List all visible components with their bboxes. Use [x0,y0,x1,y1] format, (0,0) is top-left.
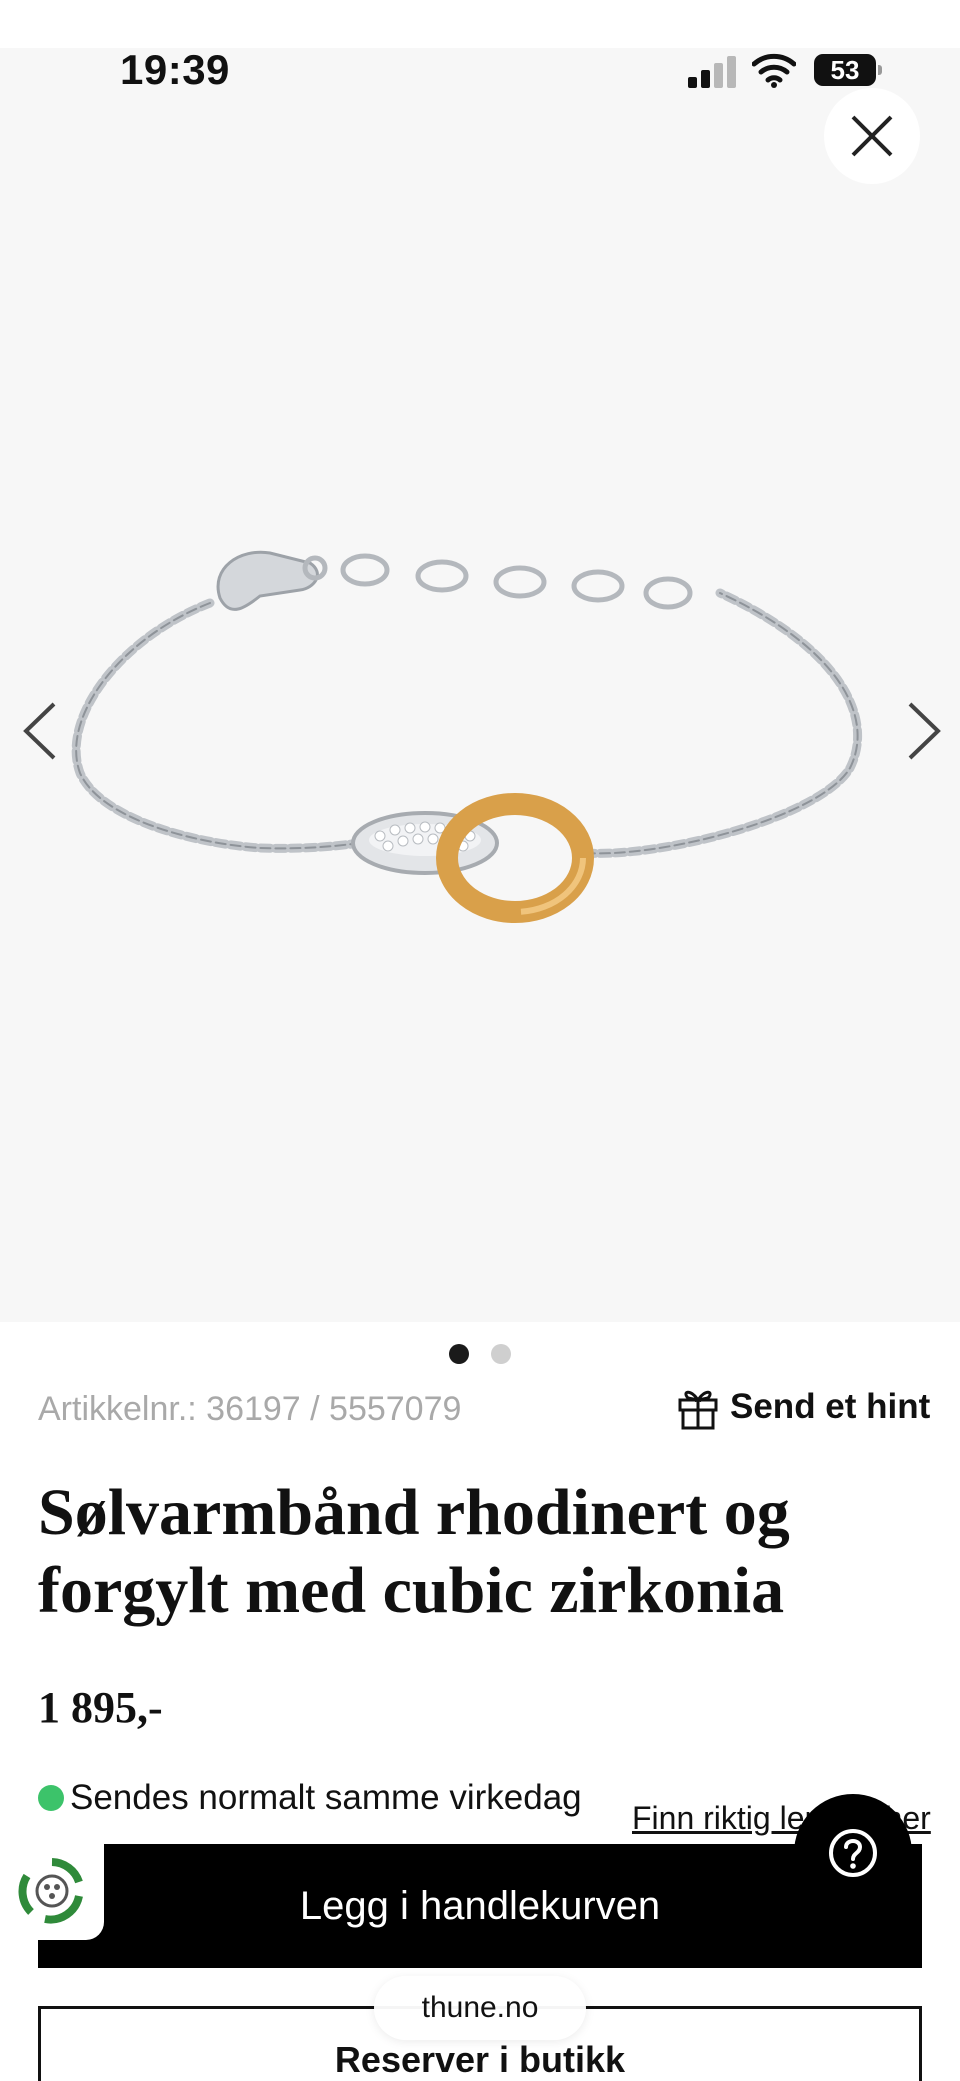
product-title: Sølvarmbånd rhodinert og forgylt med cub… [38,1476,790,1627]
status-time: 19:39 [120,46,230,93]
signal-icon [688,56,738,88]
stock-status: Sendes normalt samme virkedag [38,1778,582,1818]
certification-badge[interactable] [0,1842,104,1940]
gallery-pagination [0,1344,960,1368]
send-hint-button[interactable]: Send et hint [676,1384,930,1430]
chevron-right-icon [908,702,941,760]
product-image [71,550,862,923]
chevron-left-icon [23,702,56,760]
question-mark-icon [829,1829,877,1877]
product-gallery[interactable] [0,48,960,1364]
previous-image-button[interactable] [14,696,74,766]
article-number: Artikkelnr.: 36197 / 5557079 [38,1390,462,1428]
help-button[interactable] [794,1794,912,1912]
close-button[interactable] [824,88,920,184]
send-hint-label: Send et hint [730,1387,931,1426]
browser-url-pill[interactable]: thune.no [374,1976,586,2040]
pagination-dot[interactable] [449,1344,469,1364]
close-icon [851,115,893,157]
product-price: 1 895,- [38,1683,163,1732]
pagination-dot[interactable] [491,1344,511,1364]
sustainability-badge-icon [18,1858,83,1924]
gift-icon [678,1390,718,1430]
stock-status-dot-icon [38,1785,64,1811]
next-image-button[interactable] [890,696,950,766]
stock-status-text: Sendes normalt samme virkedag [70,1778,582,1817]
product-page: 19:39 53 Artikkelnr.: 36197 / 5557079 Se… [0,0,960,2081]
battery-indicator: 53 [814,54,882,86]
wifi-icon [752,53,796,88]
status-bar: 19:39 53 [0,0,960,140]
add-to-cart-button[interactable]: Legg i handlekurven [38,1844,922,1968]
